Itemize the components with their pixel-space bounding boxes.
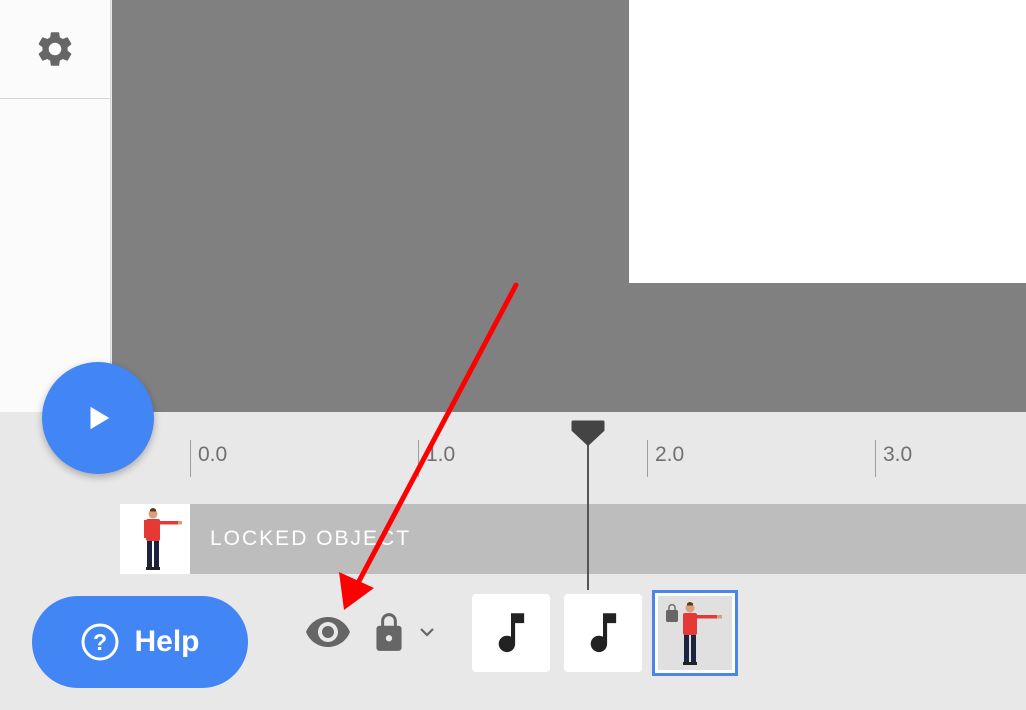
playhead-line[interactable] xyxy=(587,440,589,590)
app-window: 0.0 1.0 2.0 3.0 LOCKED OBJECT ? Help xyxy=(0,0,1026,710)
time-tick xyxy=(418,440,419,477)
time-tick-label: 2.0 xyxy=(655,443,685,466)
time-tick xyxy=(875,440,876,477)
character-thumbnail xyxy=(658,596,732,670)
chevron-down-icon[interactable] xyxy=(417,624,437,640)
lock-icon[interactable] xyxy=(370,610,408,654)
audio-asset-tile[interactable] xyxy=(564,594,642,672)
time-tick xyxy=(190,440,191,477)
gear-icon xyxy=(38,32,72,66)
stage-canvas[interactable] xyxy=(629,0,1026,283)
sidebar xyxy=(0,0,111,412)
music-note-icon xyxy=(498,613,525,653)
question-circle-icon: ? xyxy=(81,623,119,661)
help-label: Help xyxy=(134,625,200,658)
person-icon xyxy=(144,508,182,570)
time-tick-label: 1.0 xyxy=(426,443,456,466)
help-button[interactable]: ? Help xyxy=(32,596,248,688)
time-tick-label: 0.0 xyxy=(198,443,228,466)
playhead-handle[interactable] xyxy=(571,420,605,446)
track-thumbnail[interactable] xyxy=(120,504,190,574)
svg-text:?: ? xyxy=(93,629,107,655)
music-note-icon xyxy=(590,613,617,653)
eye-icon[interactable] xyxy=(304,612,352,652)
track-label: LOCKED OBJECT xyxy=(210,527,412,550)
time-tick xyxy=(647,440,648,477)
play-button[interactable] xyxy=(42,362,154,474)
lock-icon xyxy=(666,604,678,622)
settings-button[interactable] xyxy=(0,0,110,99)
time-tick-label: 3.0 xyxy=(883,443,913,466)
audio-asset-tile[interactable] xyxy=(472,594,550,672)
timeline-track[interactable]: LOCKED OBJECT xyxy=(190,504,1026,574)
character-asset-tile-selected[interactable] xyxy=(652,590,738,676)
play-icon xyxy=(90,406,110,430)
